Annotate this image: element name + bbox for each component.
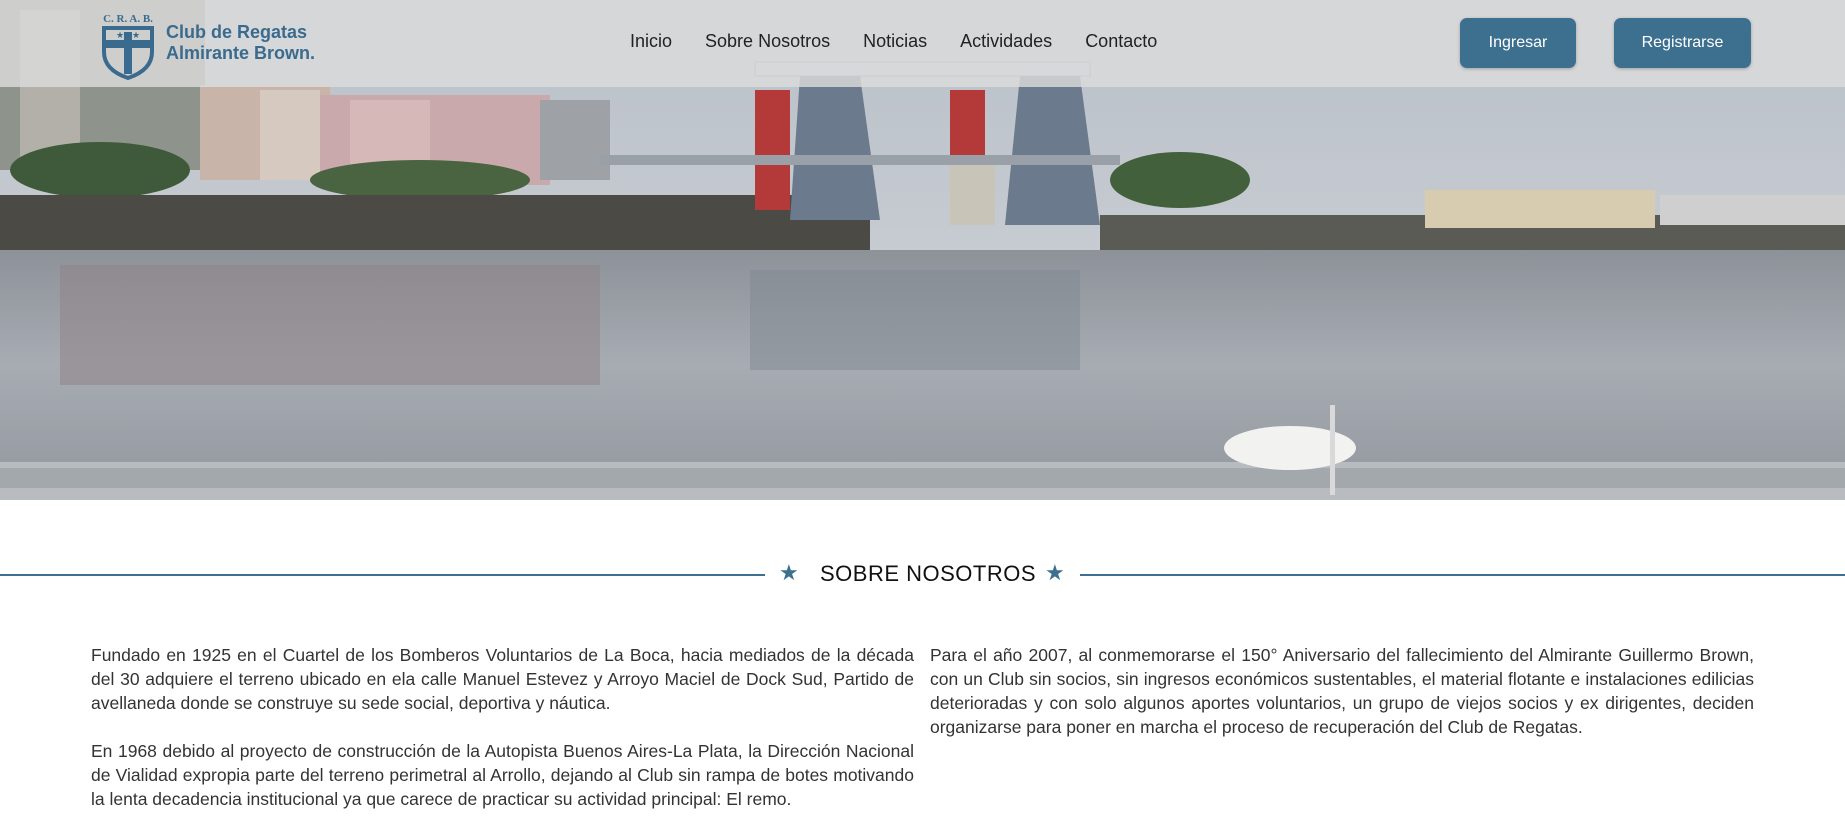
club-logo[interactable]: C. R. A. B. ★ ★ Club de Regatas Almirant…	[92, 8, 332, 80]
crest-initials: C. R. A. B.	[103, 13, 153, 25]
divider-left	[0, 574, 765, 576]
about-paragraph: Para el año 2007, al conmemorarse el 150…	[930, 645, 1754, 737]
star-icon: ★	[779, 560, 799, 585]
svg-text:★: ★	[132, 30, 140, 40]
about-column-left: Fundado en 1925 en el Cuartel de los Bom…	[91, 643, 914, 835]
nav-item-sobre-nosotros[interactable]: Sobre Nosotros	[705, 31, 830, 52]
about-column-right: Para el año 2007, al conmemorarse el 150…	[930, 643, 1754, 763]
crest-icon: C. R. A. B. ★ ★	[102, 13, 154, 80]
section-header: ★ SOBRE NOSOTROS ★	[0, 555, 1845, 595]
brand-name: Club de Regatas Almirante Brown.	[166, 22, 315, 64]
brand-name-line1: Club de Regatas	[166, 22, 308, 42]
top-navbar: C. R. A. B. ★ ★ Club de Regatas Almirant…	[0, 0, 1845, 87]
nav-item-noticias[interactable]: Noticias	[863, 31, 927, 52]
about-paragraph: Fundado en 1925 en el Cuartel de los Bom…	[91, 645, 914, 713]
svg-text:★: ★	[116, 30, 124, 40]
divider-right	[1080, 574, 1845, 576]
section-title: SOBRE NOSOTROS	[820, 561, 1037, 586]
register-button[interactable]: Registrarse	[1614, 18, 1751, 68]
star-icon: ★	[1045, 560, 1065, 585]
brand-name-line2: Almirante Brown.	[166, 43, 316, 63]
nav-item-actividades[interactable]: Actividades	[960, 31, 1052, 52]
about-paragraph: En 1968 debido al proyecto de construcci…	[91, 741, 914, 809]
nav-item-inicio[interactable]: Inicio	[630, 31, 672, 52]
login-button[interactable]: Ingresar	[1460, 18, 1576, 68]
nav-item-contacto[interactable]: Contacto	[1085, 31, 1157, 52]
main-nav: Inicio Sobre Nosotros Noticias Actividad…	[630, 31, 1157, 52]
